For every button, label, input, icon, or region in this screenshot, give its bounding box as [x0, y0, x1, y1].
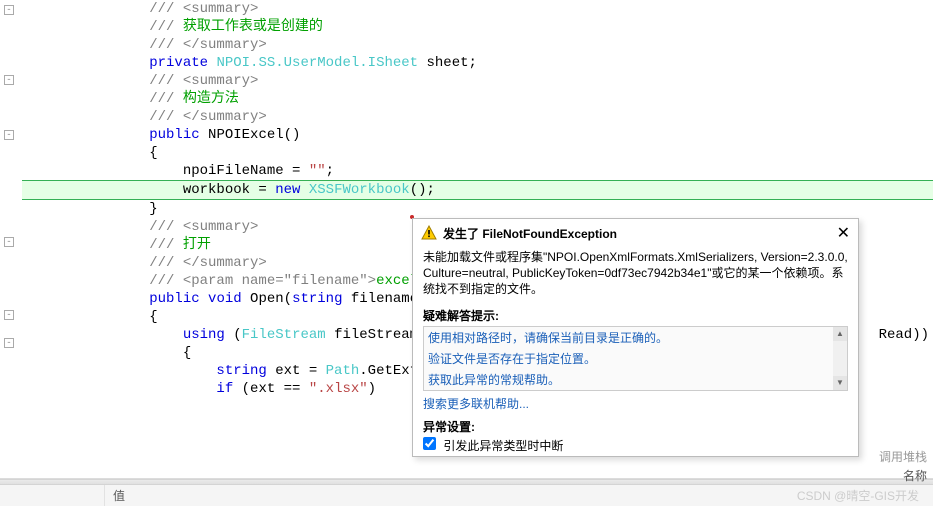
- hint-link[interactable]: 使用相对路径时，请确保当前目录是正确的。: [424, 327, 847, 348]
- call-stack-label[interactable]: 调用堆栈: [879, 448, 927, 465]
- exception-popup: 发生了 FileNotFoundException ✕ 未能加载文件或程序集"N…: [412, 218, 859, 457]
- code-line[interactable]: /// 构造方法: [22, 90, 933, 108]
- code-line[interactable]: /// 获取工作表或是创建的: [22, 18, 933, 36]
- scroll-up-icon[interactable]: ▲: [833, 327, 847, 341]
- fold-toggle[interactable]: -: [4, 130, 14, 140]
- watermark: CSDN @晴空-GIS开发: [797, 487, 919, 504]
- code-line[interactable]: npoiFileName = "";: [22, 162, 933, 180]
- scrollbar[interactable]: ▲ ▼: [833, 327, 847, 390]
- scroll-down-icon[interactable]: ▼: [833, 376, 847, 390]
- bottom-panel: 值: [0, 478, 933, 506]
- code-line[interactable]: workbook = new XSSFWorkbook();: [22, 180, 933, 200]
- break-on-exception-checkbox[interactable]: [423, 437, 436, 450]
- fold-toggle[interactable]: -: [4, 310, 14, 320]
- search-more-link[interactable]: 搜索更多联机帮助...: [413, 391, 858, 416]
- code-line[interactable]: /// <summary>: [22, 72, 933, 90]
- fold-toggle[interactable]: -: [4, 5, 14, 15]
- code-line[interactable]: public NPOIExcel(): [22, 126, 933, 144]
- popup-title: 发生了 FileNotFoundException: [443, 225, 837, 242]
- code-line[interactable]: {: [22, 144, 933, 162]
- fold-toggle[interactable]: -: [4, 75, 14, 85]
- warning-icon: [421, 225, 437, 241]
- name-column-header: 名称: [903, 467, 927, 484]
- locals-value-header: 值: [105, 485, 133, 506]
- hint-link[interactable]: 获取此异常的常规帮助。: [424, 369, 847, 390]
- code-line[interactable]: /// </summary>: [22, 108, 933, 126]
- fold-toggle[interactable]: -: [4, 237, 14, 247]
- popup-header: 发生了 FileNotFoundException ✕: [413, 219, 858, 245]
- code-line[interactable]: }: [22, 200, 933, 218]
- locals-name-col: [0, 485, 105, 506]
- hints-label: 疑难解答提示:: [413, 303, 858, 326]
- popup-message: 未能加载文件或程序集"NPOI.OpenXmlFormats.XmlSerial…: [413, 245, 858, 303]
- close-icon[interactable]: ✕: [837, 223, 850, 243]
- hints-listbox[interactable]: 使用相对路径时，请确保当前目录是正确的。 验证文件是否存在于指定位置。 获取此异…: [423, 326, 848, 391]
- break-checkbox-row[interactable]: 引发此异常类型时中断: [413, 435, 858, 456]
- checkbox-label: 引发此异常类型时中断: [443, 439, 563, 453]
- code-line[interactable]: /// <summary>: [22, 0, 933, 18]
- hint-link[interactable]: 验证文件是否存在于指定位置。: [424, 348, 847, 369]
- settings-label: 异常设置:: [413, 416, 858, 435]
- code-line[interactable]: /// </summary>: [22, 36, 933, 54]
- code-line[interactable]: private NPOI.SS.UserModel.ISheet sheet;: [22, 54, 933, 72]
- fold-toggle[interactable]: -: [4, 338, 14, 348]
